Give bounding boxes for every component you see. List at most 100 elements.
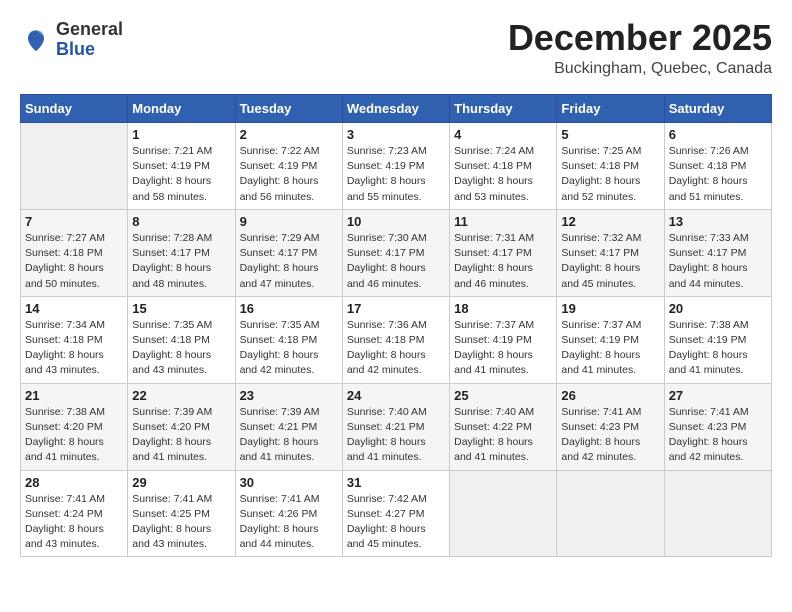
calendar-cell: 3 Sunrise: 7:23 AMSunset: 4:19 PMDaylight… bbox=[342, 123, 449, 210]
day-info: Sunrise: 7:28 AMSunset: 4:17 PMDaylight:… bbox=[132, 231, 230, 292]
calendar-cell: 4 Sunrise: 7:24 AMSunset: 4:18 PMDaylight… bbox=[450, 123, 557, 210]
day-number: 3 bbox=[347, 127, 445, 142]
calendar-cell: 5Sunrise: 7:25 AMSunset: 4:18 PMDaylight… bbox=[557, 123, 664, 210]
day-info: Sunrise: 7:35 AMSunset: 4:18 PMDaylight:… bbox=[132, 318, 230, 379]
header-sunday: Sunday bbox=[21, 95, 128, 123]
logo: General Blue bbox=[20, 20, 123, 60]
day-info: Sunrise: 7:34 AMSunset: 4:18 PMDaylight:… bbox=[25, 318, 123, 379]
day-info: Sunrise: 7:39 AMSunset: 4:20 PMDaylight:… bbox=[132, 405, 230, 466]
day-info: Sunrise: 7:41 AMSunset: 4:25 PMDaylight:… bbox=[132, 492, 230, 553]
day-info: Sunrise: 7:35 AMSunset: 4:18 PMDaylight:… bbox=[240, 318, 338, 379]
day-info: Sunrise: 7:38 AMSunset: 4:19 PMDaylight:… bbox=[669, 318, 767, 379]
calendar-cell: 21Sunrise: 7:38 AMSunset: 4:20 PMDayligh… bbox=[21, 383, 128, 470]
calendar-cell bbox=[557, 470, 664, 557]
day-info: Sunrise: 7:30 AMSunset: 4:17 PMDaylight:… bbox=[347, 231, 445, 292]
day-number: 14 bbox=[25, 301, 123, 316]
calendar-cell: 25 Sunrise: 7:40 AMSunset: 4:22 PMDayligh… bbox=[450, 383, 557, 470]
logo-text: General Blue bbox=[56, 20, 123, 60]
month-title: December 2025 bbox=[508, 20, 772, 56]
day-number: 7 bbox=[25, 214, 123, 229]
day-info: Sunrise: 7:23 AMSunset: 4:19 PMDaylight:… bbox=[347, 144, 445, 205]
calendar-cell: 11Sunrise: 7:31 AMSunset: 4:17 PMDayligh… bbox=[450, 209, 557, 296]
calendar-cell: 12 Sunrise: 7:32 AMSunset: 4:17 PMDayligh… bbox=[557, 209, 664, 296]
day-info: Sunrise: 7:26 AMSunset: 4:18 PMDaylight:… bbox=[669, 144, 767, 205]
day-info: Sunrise: 7:41 AMSunset: 4:24 PMDaylight:… bbox=[25, 492, 123, 553]
calendar-cell bbox=[664, 470, 771, 557]
day-number: 20 bbox=[669, 301, 767, 316]
title-area: December 2025 Buckingham, Quebec, Canada bbox=[508, 20, 772, 78]
day-info: Sunrise: 7:29 AMSunset: 4:17 PMDaylight:… bbox=[240, 231, 338, 292]
day-number: 23 bbox=[240, 388, 338, 403]
calendar-cell: 31Sunrise: 7:42 AMSunset: 4:27 PMDayligh… bbox=[342, 470, 449, 557]
day-info: Sunrise: 7:41 AMSunset: 4:23 PMDaylight:… bbox=[669, 405, 767, 466]
day-number: 22 bbox=[132, 388, 230, 403]
day-number: 28 bbox=[25, 475, 123, 490]
header-tuesday: Tuesday bbox=[235, 95, 342, 123]
calendar-cell: 14 Sunrise: 7:34 AMSunset: 4:18 PMDayligh… bbox=[21, 296, 128, 383]
day-info: Sunrise: 7:41 AMSunset: 4:23 PMDaylight:… bbox=[561, 405, 659, 466]
day-info: Sunrise: 7:33 AMSunset: 4:17 PMDaylight:… bbox=[669, 231, 767, 292]
day-info: Sunrise: 7:41 AMSunset: 4:26 PMDaylight:… bbox=[240, 492, 338, 553]
day-info: Sunrise: 7:37 AMSunset: 4:19 PMDaylight:… bbox=[561, 318, 659, 379]
day-number: 24 bbox=[347, 388, 445, 403]
header-saturday: Saturday bbox=[664, 95, 771, 123]
calendar-cell: 22 Sunrise: 7:39 AMSunset: 4:20 PMDayligh… bbox=[128, 383, 235, 470]
calendar-cell: 15 Sunrise: 7:35 AMSunset: 4:18 PMDayligh… bbox=[128, 296, 235, 383]
day-info: Sunrise: 7:24 AMSunset: 4:18 PMDaylight:… bbox=[454, 144, 552, 205]
day-number: 26 bbox=[561, 388, 659, 403]
calendar-cell: 28 Sunrise: 7:41 AMSunset: 4:24 PMDayligh… bbox=[21, 470, 128, 557]
day-number: 13 bbox=[669, 214, 767, 229]
day-number: 6 bbox=[669, 127, 767, 142]
day-number: 16 bbox=[240, 301, 338, 316]
day-number: 25 bbox=[454, 388, 552, 403]
day-number: 30 bbox=[240, 475, 338, 490]
day-info: Sunrise: 7:40 AMSunset: 4:22 PMDaylight:… bbox=[454, 405, 552, 466]
calendar-cell: 6 Sunrise: 7:26 AMSunset: 4:18 PMDaylight… bbox=[664, 123, 771, 210]
day-number: 2 bbox=[240, 127, 338, 142]
header-monday: Monday bbox=[128, 95, 235, 123]
day-info: Sunrise: 7:40 AMSunset: 4:21 PMDaylight:… bbox=[347, 405, 445, 466]
day-info: Sunrise: 7:31 AMSunset: 4:17 PMDaylight:… bbox=[454, 231, 552, 292]
day-number: 15 bbox=[132, 301, 230, 316]
day-number: 5 bbox=[561, 127, 659, 142]
day-number: 9 bbox=[240, 214, 338, 229]
calendar-cell: 2Sunrise: 7:22 AMSunset: 4:19 PMDaylight… bbox=[235, 123, 342, 210]
day-info: Sunrise: 7:32 AMSunset: 4:17 PMDaylight:… bbox=[561, 231, 659, 292]
location-subtitle: Buckingham, Quebec, Canada bbox=[508, 60, 772, 78]
calendar-cell bbox=[450, 470, 557, 557]
header-wednesday: Wednesday bbox=[342, 95, 449, 123]
day-number: 10 bbox=[347, 214, 445, 229]
header-friday: Friday bbox=[557, 95, 664, 123]
day-info: Sunrise: 7:21 AMSunset: 4:19 PMDaylight:… bbox=[132, 144, 230, 205]
day-number: 29 bbox=[132, 475, 230, 490]
calendar-body: 1 Sunrise: 7:21 AMSunset: 4:19 PMDaylight… bbox=[21, 123, 772, 557]
day-number: 12 bbox=[561, 214, 659, 229]
calendar-cell: 13 Sunrise: 7:33 AMSunset: 4:17 PMDayligh… bbox=[664, 209, 771, 296]
day-number: 31 bbox=[347, 475, 445, 490]
day-number: 21 bbox=[25, 388, 123, 403]
day-number: 8 bbox=[132, 214, 230, 229]
calendar-cell: 29 Sunrise: 7:41 AMSunset: 4:25 PMDayligh… bbox=[128, 470, 235, 557]
calendar-cell: 26 Sunrise: 7:41 AMSunset: 4:23 PMDayligh… bbox=[557, 383, 664, 470]
calendar-cell: 10 Sunrise: 7:30 AMSunset: 4:17 PMDayligh… bbox=[342, 209, 449, 296]
day-number: 4 bbox=[454, 127, 552, 142]
calendar-cell: 9 Sunrise: 7:29 AMSunset: 4:17 PMDaylight… bbox=[235, 209, 342, 296]
calendar-table: SundayMondayTuesdayWednesdayThursdayFrid… bbox=[20, 94, 772, 557]
day-number: 18 bbox=[454, 301, 552, 316]
day-number: 27 bbox=[669, 388, 767, 403]
day-number: 19 bbox=[561, 301, 659, 316]
day-number: 1 bbox=[132, 127, 230, 142]
calendar-cell: 1 Sunrise: 7:21 AMSunset: 4:19 PMDaylight… bbox=[128, 123, 235, 210]
calendar-header-row: SundayMondayTuesdayWednesdayThursdayFrid… bbox=[21, 95, 772, 123]
logo-icon bbox=[20, 24, 52, 56]
day-number: 17 bbox=[347, 301, 445, 316]
calendar-cell: 23 Sunrise: 7:39 AMSunset: 4:21 PMDayligh… bbox=[235, 383, 342, 470]
day-info: Sunrise: 7:37 AMSunset: 4:19 PMDaylight:… bbox=[454, 318, 552, 379]
calendar-week-0: 1 Sunrise: 7:21 AMSunset: 4:19 PMDaylight… bbox=[21, 123, 772, 210]
calendar-cell: 17 Sunrise: 7:36 AMSunset: 4:18 PMDayligh… bbox=[342, 296, 449, 383]
calendar-cell: 7Sunrise: 7:27 AMSunset: 4:18 PMDaylight… bbox=[21, 209, 128, 296]
calendar-week-2: 14 Sunrise: 7:34 AMSunset: 4:18 PMDayligh… bbox=[21, 296, 772, 383]
day-info: Sunrise: 7:36 AMSunset: 4:18 PMDaylight:… bbox=[347, 318, 445, 379]
day-info: Sunrise: 7:39 AMSunset: 4:21 PMDaylight:… bbox=[240, 405, 338, 466]
calendar-cell bbox=[21, 123, 128, 210]
